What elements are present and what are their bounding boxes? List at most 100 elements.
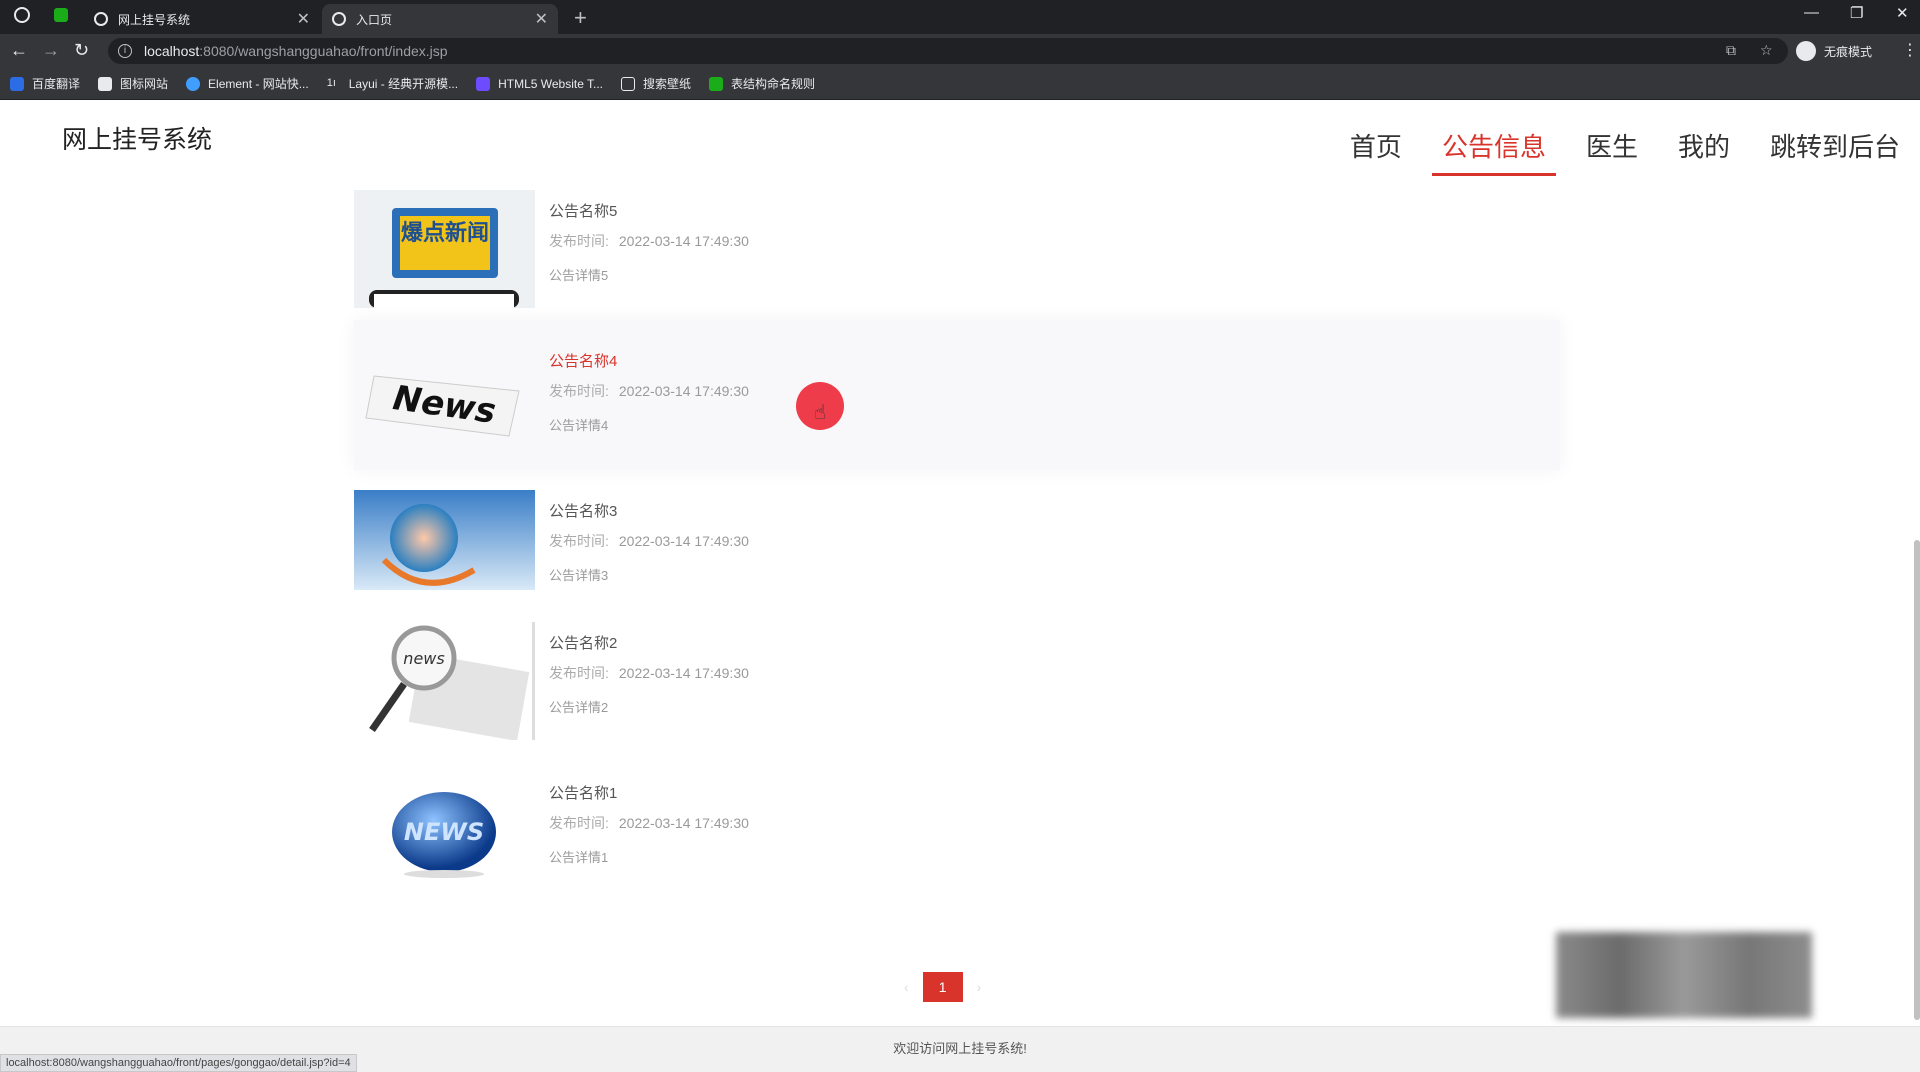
globe-icon (332, 12, 346, 26)
news-detail: 公告详情2 (549, 700, 609, 715)
close-icon[interactable]: ✕ (297, 9, 310, 29)
news-title[interactable]: 公告名称5 (549, 200, 749, 221)
bookmarks-bar: 百度翻译 图标网站 Element - 网站快... 1ı Layui - 经典开… (0, 68, 1920, 100)
news-title[interactable]: 公告名称2 (549, 632, 749, 653)
blurred-overlay (1556, 932, 1812, 1018)
tab-title: 入口页 (356, 12, 393, 27)
news-detail: 公告详情3 (549, 568, 609, 583)
news-info: 公告名称4 发布时间: 2022-03-14 17:49:30 公告详情4 (549, 350, 749, 434)
tab-2[interactable]: 入口页 ✕ (322, 4, 558, 34)
bookmark-icon (476, 76, 491, 91)
news-time: 发布时间: 2022-03-14 17:49:30 (549, 665, 749, 681)
incognito-profile[interactable]: 无痕模式 (1796, 41, 1872, 61)
thumb-line-1: 爆点新闻 (401, 220, 489, 246)
main-nav: 首页 公告信息 医生 我的 跳转到后台 (1310, 127, 1900, 176)
news-info: 公告名称5 发布时间: 2022-03-14 17:49:30 公告详情5 (549, 200, 749, 284)
bookmark-icon: 1ı (326, 76, 336, 89)
bookmark-label: 表结构命名规则 (731, 77, 816, 91)
bookmark-icon (186, 76, 201, 91)
restore-icon[interactable]: ❐ (1850, 4, 1863, 22)
news-title[interactable]: 公告名称4 (549, 350, 749, 371)
bookmark-icon (621, 76, 636, 91)
scrollbar[interactable] (1914, 540, 1920, 1020)
news-detail: 公告详情5 (549, 268, 609, 283)
hand-cursor-icon: ☝ (814, 402, 827, 424)
bookmark-label: 图标网站 (120, 77, 169, 91)
list-item[interactable]: 公告名称3 发布时间: 2022-03-14 17:49:30 公告详情3 (354, 490, 1560, 620)
news-thumbnail: news (354, 622, 535, 740)
list-item[interactable]: NEWS 公告名称1 发布时间: 2022-03-14 17:49:30 公告详情… (354, 772, 1560, 902)
bookmark-item[interactable]: HTML5 Website T... (476, 76, 604, 91)
status-url: localhost:8080/wangshangguahao/front/pag… (0, 1054, 357, 1072)
bookmark-item[interactable]: Element - 网站快... (186, 75, 309, 92)
next-page-button[interactable]: › (963, 979, 996, 995)
close-icon[interactable]: ✕ (535, 9, 548, 29)
news-info: 公告名称3 发布时间: 2022-03-14 17:49:30 公告详情3 (549, 500, 749, 584)
nav-doctors[interactable]: 医生 (1586, 127, 1638, 168)
bookmark-item[interactable]: 1ı Layui - 经典开源模... (327, 75, 458, 92)
nav-announcements[interactable]: 公告信息 (1431, 127, 1556, 176)
bookmark-label: Layui - 经典开源模... (348, 77, 459, 91)
pagination: ‹ 1 › (890, 972, 995, 1002)
bookmark-item[interactable]: 表结构命名规则 (709, 75, 815, 92)
tab-title: 网上挂号系统 (118, 12, 191, 27)
globe-icon (94, 12, 108, 26)
address-host: localhost (144, 43, 200, 59)
bookmark-label: Element - 网站快... (208, 77, 309, 91)
chrome-menu-icon[interactable] (14, 7, 30, 23)
bookmark-item[interactable]: 百度翻译 (10, 75, 80, 92)
news-info: 公告名称1 发布时间: 2022-03-14 17:49:30 公告详情1 (549, 782, 749, 866)
news-time: 发布时间: 2022-03-14 17:49:30 (549, 533, 749, 549)
incognito-icon (1796, 41, 1816, 61)
profile-label: 无痕模式 (1824, 44, 1873, 59)
news-thumbnail (354, 490, 535, 590)
list-item[interactable]: News 公告名称4 发布时间: 2022-03-14 17:49:30 公告详情… (354, 320, 1560, 470)
news-time: 发布时间: 2022-03-14 17:49:30 (549, 815, 749, 831)
list-item[interactable]: news 公告名称2 发布时间: 2022-03-14 17:49:30 公告详情… (354, 622, 1560, 752)
news-thumbnail: NEWS (354, 772, 535, 890)
tab-1[interactable]: 网上挂号系统 ✕ (84, 4, 320, 34)
new-tab-button[interactable]: + (574, 5, 587, 31)
translate-icon[interactable]: ⧉ (1726, 42, 1736, 59)
more-menu-icon[interactable]: ⋮ (1902, 40, 1918, 60)
reload-icon[interactable]: ↻ (74, 40, 89, 61)
address-bar[interactable]: i localhost:8080/wangshangguahao/front/i… (108, 38, 1788, 64)
news-thumbnail: 爆点新闻 (354, 190, 535, 308)
news-time: 发布时间: 2022-03-14 17:49:30 (549, 233, 749, 249)
back-icon[interactable]: ← (10, 40, 28, 61)
news-detail: 公告详情4 (549, 418, 609, 433)
bookmark-icon (709, 76, 724, 91)
nav-mine[interactable]: 我的 (1678, 127, 1730, 168)
browser-toolbar: ← → ↻ i localhost:8080/wangshangguahao/f… (0, 34, 1920, 68)
news-thumbnail: News (354, 336, 535, 454)
bookmark-item[interactable]: 图标网站 (98, 75, 168, 92)
nav-home[interactable]: 首页 (1350, 127, 1402, 168)
thumb-line-1: News (391, 378, 499, 432)
browser-tabbar: 网上挂号系统 ✕ 入口页 ✕ + — ❐ ✕ (0, 0, 1920, 34)
forward-icon[interactable]: → (42, 40, 60, 61)
info-icon[interactable]: i (118, 44, 132, 58)
bookmark-icon (10, 76, 24, 91)
news-detail: 公告详情1 (549, 850, 609, 865)
site-title: 网上挂号系统 (62, 126, 213, 154)
bookmark-item[interactable]: 搜索壁纸 (621, 75, 691, 92)
close-window-icon[interactable]: ✕ (1896, 4, 1909, 22)
bookmark-icon (98, 76, 113, 91)
bookmark-label: HTML5 Website T... (498, 76, 604, 91)
app-icon[interactable] (54, 8, 68, 22)
news-time: 发布时间: 2022-03-14 17:49:30 (549, 383, 749, 399)
list-item[interactable]: 爆点新闻 公告名称5 发布时间: 2022-03-14 17:49:30 公告详情… (354, 190, 1560, 320)
bookmark-star-icon[interactable]: ☆ (1760, 42, 1773, 59)
address-path: :8080/wangshangguahao/front/index.jsp (199, 43, 448, 59)
bookmark-label: 搜索壁纸 (643, 77, 692, 91)
prev-page-button[interactable]: ‹ (890, 979, 923, 995)
thumb-line-1: NEWS (404, 818, 484, 846)
nav-admin[interactable]: 跳转到后台 (1770, 127, 1900, 168)
news-title[interactable]: 公告名称3 (549, 500, 749, 521)
news-info: 公告名称2 发布时间: 2022-03-14 17:49:30 公告详情2 (549, 632, 749, 716)
bookmark-label: 百度翻译 (32, 77, 81, 91)
thumb-line-1: news (403, 649, 444, 668)
minimize-icon[interactable]: — (1804, 4, 1819, 21)
news-title[interactable]: 公告名称1 (549, 782, 749, 803)
current-page[interactable]: 1 (922, 972, 963, 1002)
